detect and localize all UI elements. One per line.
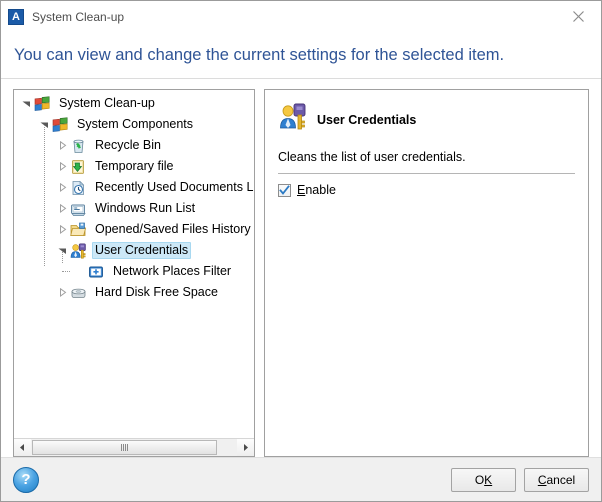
cancel-button[interactable]: Cancel xyxy=(524,467,589,492)
tree-connector-line xyxy=(62,271,70,272)
run-list-icon xyxy=(70,201,87,217)
tree-item-label: Windows Run List xyxy=(95,201,196,215)
tree-item-temporary-file[interactable]: Temporary file xyxy=(14,156,254,177)
detail-title: User Credentials xyxy=(317,112,417,127)
enable-row[interactable]: Enable xyxy=(278,183,575,197)
enable-rest: nable xyxy=(305,183,336,197)
tree-item-recently-used-documents-list[interactable]: Recently Used Documents List xyxy=(14,177,254,198)
expand-arrow-icon[interactable] xyxy=(54,177,70,198)
expand-arrow-icon[interactable] xyxy=(54,282,70,303)
check-icon xyxy=(279,184,290,195)
enable-checkbox[interactable] xyxy=(278,183,291,197)
tree-item-label: Recently Used Documents List xyxy=(95,180,254,194)
expand-arrow-icon[interactable] xyxy=(54,135,70,156)
tree-line-spacer xyxy=(72,261,88,282)
window-title: System Clean-up xyxy=(32,9,125,24)
tree-horizontal-scrollbar[interactable] xyxy=(14,438,254,456)
user-credentials-icon xyxy=(278,102,308,137)
tree-connector-line xyxy=(62,251,63,263)
tree-item-system-clean-up[interactable]: System Clean-up xyxy=(14,93,254,114)
title-bar: A System Clean-up xyxy=(1,1,601,32)
tree-item-network-places-filter[interactable]: Network Places Filter xyxy=(14,261,254,282)
scrollbar-grip-icon xyxy=(121,444,128,451)
tree-item-label: Temporary file xyxy=(95,159,174,173)
help-question-icon[interactable]: ? xyxy=(13,466,39,493)
collapse-arrow-icon[interactable] xyxy=(18,93,34,114)
scroll-right-icon[interactable] xyxy=(237,439,254,456)
tree-item-windows-run-list[interactable]: Windows Run List xyxy=(14,198,254,219)
scrollbar-thumb[interactable] xyxy=(32,440,217,455)
system-cleanup-tree[interactable]: System Clean-up System Components Recycle … xyxy=(13,89,255,457)
temporary-file-icon xyxy=(70,159,87,175)
banner-text: You can view and change the current sett… xyxy=(14,45,505,64)
tree-connector-line xyxy=(44,125,45,266)
scrollbar-track[interactable] xyxy=(31,439,237,456)
expand-arrow-icon[interactable] xyxy=(54,156,70,177)
detail-header: User Credentials xyxy=(278,102,575,137)
app-letter-a-icon: A xyxy=(8,8,24,25)
detail-description: Cleans the list of user credentials. xyxy=(278,150,466,164)
banner: You can view and change the current sett… xyxy=(1,32,601,79)
ok-button[interactable]: OK xyxy=(451,467,516,492)
system-cleanup-dialog: A System Clean-up You can view and chang… xyxy=(0,0,602,502)
tree-item-label: Network Places Filter xyxy=(113,264,232,278)
tree-item-label: Recycle Bin xyxy=(95,138,161,152)
tree-item-label: System Components xyxy=(77,117,194,131)
recent-documents-icon xyxy=(70,180,87,196)
ok-before: O xyxy=(474,472,485,487)
hard-disk-icon xyxy=(70,285,87,301)
user-credentials-icon xyxy=(70,242,87,259)
expand-arrow-icon[interactable] xyxy=(54,198,70,219)
close-glyph xyxy=(573,10,584,22)
detail-separator xyxy=(278,173,575,174)
tree-item-label: System Clean-up xyxy=(59,96,155,110)
expand-arrow-icon[interactable] xyxy=(54,219,70,240)
network-places-icon xyxy=(88,264,105,280)
windows-logo-icon xyxy=(52,116,69,133)
tree-item-recycle-bin[interactable]: Recycle Bin xyxy=(14,135,254,156)
close-icon[interactable] xyxy=(556,1,601,31)
tree-item-label: Opened/Saved Files History xyxy=(95,222,251,236)
windows-logo-icon xyxy=(34,95,51,112)
ok-accel: K xyxy=(484,472,493,487)
tree-item-opened-saved-files-history[interactable]: Opened/Saved Files History xyxy=(14,219,254,240)
tree-item-system-components[interactable]: System Components xyxy=(14,114,254,135)
content-area: System Clean-up System Components Recycle … xyxy=(1,79,601,457)
cancel-after: ancel xyxy=(546,472,576,487)
detail-panel: User Credentials Cleans the list of user… xyxy=(264,89,589,457)
footer: ? OK Cancel xyxy=(1,457,601,501)
enable-label: Enable xyxy=(297,183,336,197)
tree-item-label: Hard Disk Free Space xyxy=(95,285,218,299)
tree-item-label: User Credentials xyxy=(92,242,192,259)
opened-saved-files-icon xyxy=(70,222,87,238)
recycle-bin-icon xyxy=(70,138,87,154)
tree-item-user-credentials[interactable]: User Credentials xyxy=(14,240,254,261)
tree-scroll-area[interactable]: System Clean-up System Components Recycle … xyxy=(14,90,254,438)
scroll-left-icon[interactable] xyxy=(14,439,31,456)
tree-item-hard-disk-free-space[interactable]: Hard Disk Free Space xyxy=(14,282,254,303)
